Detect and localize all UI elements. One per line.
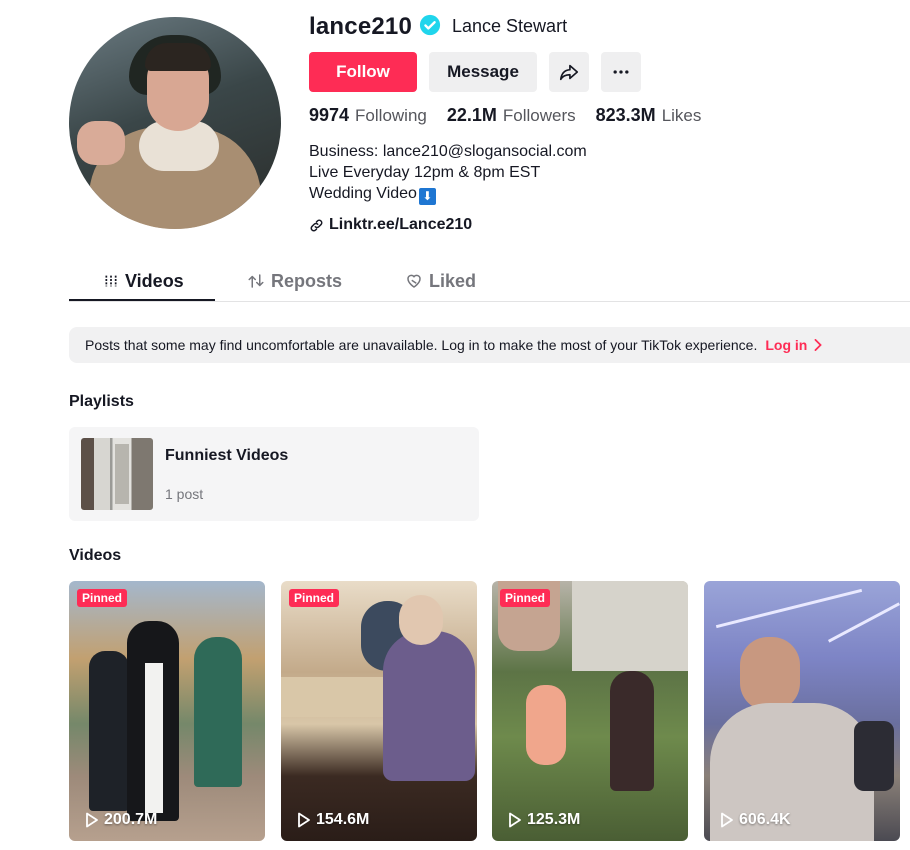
video-view-count: 606.4K [720,811,791,829]
profile-stats: 9974 Following 22.1M Followers 823.3M Li… [309,105,721,126]
repost-icon [248,274,264,288]
profile-link[interactable]: Linktr.ee/Lance210 [309,216,472,234]
follow-button[interactable]: Follow [309,52,417,92]
playlist-name: Funniest Videos [165,447,289,464]
share-button[interactable] [549,52,589,92]
avatar-hair-shape [145,43,211,71]
grid-bars-icon [105,275,117,287]
heart-broken-icon [407,274,421,288]
playlist-post-count: 1 post [165,486,204,502]
video-figure-shape [610,671,654,791]
pinned-badge: Pinned [289,589,340,607]
videos-heading: Videos [69,547,122,564]
video-view-count: 200.7M [85,811,157,829]
bio-line-text: Wedding Video [309,185,417,202]
pinned-badge: Pinned [500,589,551,607]
view-count-text: 200.7M [104,811,158,828]
play-icon [86,812,98,828]
video-card[interactable]: Pinned 200.7M [69,581,265,841]
message-button[interactable]: Message [429,52,537,92]
tab-label: Reposts [271,270,343,291]
followers-count: 22.1M [446,105,497,125]
likes-stat: 823.3M Likes [596,105,702,126]
profile-tabs: Videos Reposts Liked [69,260,910,302]
content-notice-banner: Posts that some may find uncomfortable a… [69,327,910,363]
video-figure-shape [526,685,566,765]
view-count-text: 606.4K [739,811,791,828]
profile-nickname: Lance Stewart [452,16,568,36]
active-tab-indicator [69,299,215,301]
video-chair-shape [854,721,894,791]
video-figure-shape [399,595,443,645]
following-stat[interactable]: 9974 Following [309,105,427,126]
tab-reposts[interactable]: Reposts [247,260,342,302]
login-link[interactable]: Log in [765,337,823,353]
likes-label: Likes [661,106,702,125]
video-light-strip-shape [827,602,900,643]
bio-line: Live Everyday 12pm & 8pm EST [309,164,541,181]
play-icon [721,812,733,828]
tab-label: Videos [125,270,184,291]
video-light-strip-shape [715,588,863,629]
play-icon [509,812,521,828]
tab-label: Liked [429,270,477,291]
video-card[interactable]: Pinned 154.6M [281,581,477,841]
video-figure-shape [145,663,163,813]
pinned-badge: Pinned [77,589,128,607]
likes-count: 823.3M [595,105,656,125]
followers-stat[interactable]: 22.1M Followers [447,105,576,126]
profile-link-text: Linktr.ee/Lance210 [329,216,473,233]
view-count-text: 154.6M [316,811,370,828]
video-view-count: 125.3M [508,811,580,829]
profile-username: lance210 [309,13,413,40]
tab-liked[interactable]: Liked [405,260,476,302]
video-figure-shape [740,637,800,711]
video-card[interactable]: Pinned 125.3M [492,581,688,841]
video-figure-shape [383,631,475,781]
avatar-hand-shape [77,121,125,165]
verified-badge-icon [419,14,441,36]
share-arrow-icon [559,64,579,81]
playlist-thumbnail [81,438,153,510]
profile-avatar[interactable] [69,17,281,229]
notice-text: Posts that some may find uncomfortable a… [85,337,758,353]
playlist-card[interactable]: Funniest Videos 1 post [69,427,479,521]
bio-line: Business: lance210@slogansocial.com [309,143,587,160]
chevron-right-icon [814,339,823,351]
video-card[interactable]: 606.4K [704,581,900,841]
video-figure-shape [89,651,129,811]
link-chain-icon [310,219,323,231]
tab-videos[interactable]: Videos [103,260,184,302]
video-view-count: 154.6M [297,811,369,829]
video-wall-shape [572,581,688,671]
view-count-text: 125.3M [527,811,581,828]
video-figure-shape [194,637,242,787]
more-dots-icon [613,70,629,74]
login-link-label: Log in [765,337,808,353]
following-count: 9974 [309,105,350,125]
down-arrow-emoji-icon: ⬇ [418,188,436,205]
thumbnail-door-shape [115,444,129,504]
followers-label: Followers [502,106,576,125]
playlists-heading: Playlists [69,393,134,410]
profile-bio: Business: lance210@slogansocial.com Live… [309,141,587,205]
bio-line: Wedding Video ⬇ [309,183,587,205]
more-options-button[interactable] [601,52,641,92]
play-icon [298,812,310,828]
following-label: Following [355,106,427,125]
